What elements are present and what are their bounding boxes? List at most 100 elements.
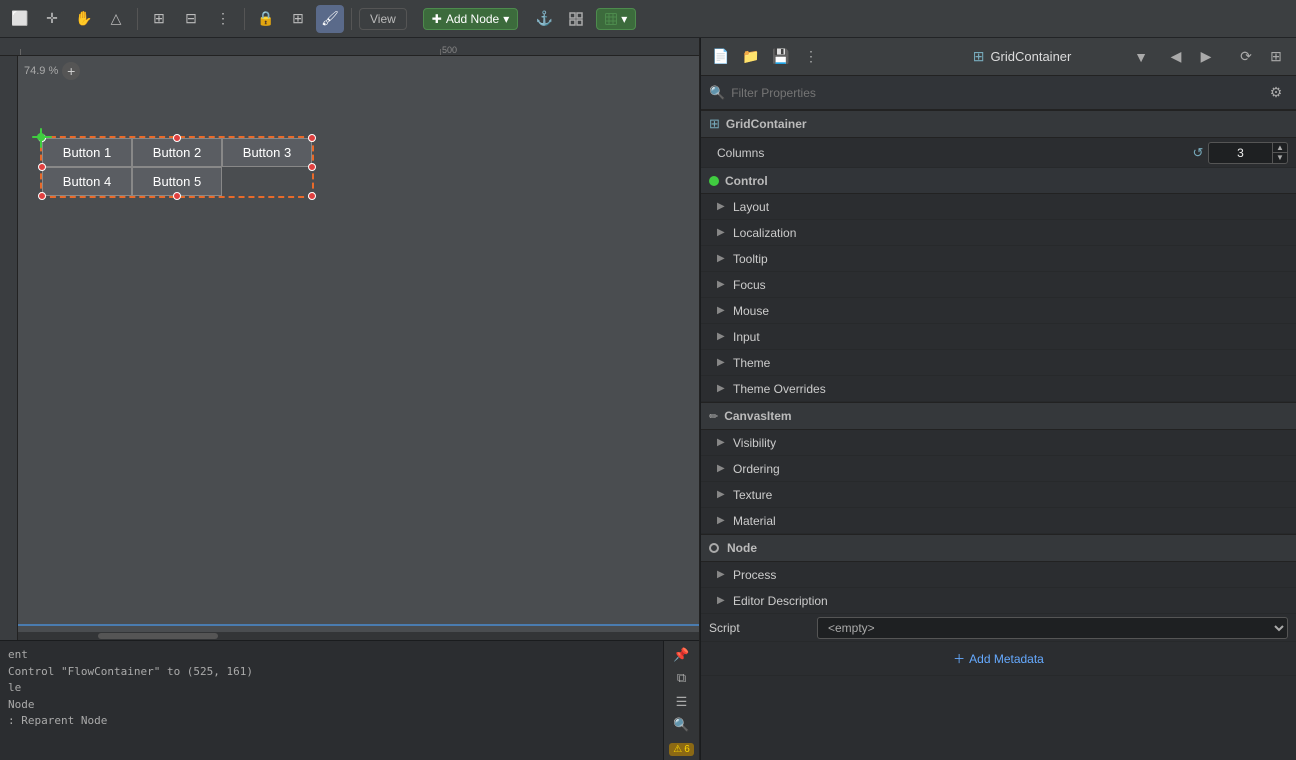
rp-more-button[interactable]: ⋮ (799, 45, 823, 69)
section-pencil-icon: ✏ (709, 410, 718, 423)
grid-button-4[interactable]: Button 4 (42, 167, 132, 196)
control-section-header: Control (701, 168, 1296, 194)
log-list-button[interactable]: ☰ (669, 692, 695, 712)
prop-ordering-label: Ordering (733, 462, 1288, 476)
prop-mouse[interactable]: ▶ Mouse (701, 298, 1296, 324)
grid-container-widget[interactable]: Button 1 Button 2 Button 3 Button 4 Butt… (40, 136, 314, 198)
zoom-bar: 74.9 % + (24, 62, 80, 80)
filter-input[interactable] (731, 86, 1258, 100)
warning-icon: ⚠ (673, 744, 682, 755)
rp-file-button[interactable]: 📄 (709, 45, 733, 69)
rp-back-button[interactable]: ◀ (1164, 45, 1188, 69)
warning-badge[interactable]: ⚠ 6 (669, 743, 694, 756)
grid-button-2[interactable]: Button 2 (132, 138, 222, 167)
prop-theme-overrides[interactable]: ▶ Theme Overrides (701, 376, 1296, 402)
prop-texture-label: Texture (733, 488, 1288, 502)
toolbar-btn-grid[interactable]: ⊟ (177, 5, 205, 33)
toolbar-btn-lock[interactable]: 🔒 (252, 5, 280, 33)
log-search-button[interactable]: 🔍 (669, 716, 695, 736)
rp-history-button[interactable]: ⟳ (1234, 45, 1258, 69)
prop-localization-chevron: ▶ (717, 227, 729, 238)
handle-middle-right[interactable] (308, 163, 316, 171)
section-grid-title: GridContainer (726, 117, 807, 131)
log-pin-button[interactable]: 📌 (669, 645, 695, 665)
prop-theme-overrides-label: Theme Overrides (733, 382, 1288, 396)
rp-layout-button[interactable]: ⊞ (1264, 45, 1288, 69)
rp-title: GridContainer (990, 49, 1128, 64)
right-panel: 📄 📁 💾 ⋮ ⊞ GridContainer ▼ ◀ ▶ ⟳ ⊞ 🔍 ⚙ ⊞ (700, 38, 1296, 760)
columns-reset-button[interactable]: ↺ (1188, 143, 1208, 163)
prop-localization[interactable]: ▶ Localization (701, 220, 1296, 246)
toolbar-btn-select[interactable]: ⬜ (6, 5, 34, 33)
origin-handle[interactable] (32, 128, 52, 148)
log-copy-button[interactable]: ⧉ (669, 669, 695, 689)
log-line-5: : Reparent Node (8, 713, 655, 730)
handle-top-middle[interactable] (173, 134, 181, 142)
prop-theme-label: Theme (733, 356, 1288, 370)
log-line-2: Control "FlowContainer" to (525, 161) (8, 664, 655, 681)
prop-editor-description[interactable]: ▶ Editor Description (701, 588, 1296, 614)
script-select[interactable]: <empty> (817, 617, 1288, 639)
filter-settings-button[interactable]: ⚙ (1264, 81, 1288, 105)
rp-folder-button[interactable]: 📁 (739, 45, 763, 69)
section-grid-container: ⊞ GridContainer (701, 110, 1296, 138)
toolbar-btn-anchor[interactable]: ⊞ (145, 5, 173, 33)
prop-focus[interactable]: ▶ Focus (701, 272, 1296, 298)
section-canvasitem-title: CanvasItem (724, 409, 791, 423)
prop-theme-chevron: ▶ (717, 357, 729, 368)
prop-tooltip[interactable]: ▶ Tooltip (701, 246, 1296, 272)
toolbar-btn-paint[interactable]: 🖌 (316, 5, 344, 33)
prop-texture[interactable]: ▶ Texture (701, 482, 1296, 508)
prop-input-label: Input (733, 330, 1288, 344)
prop-theme[interactable]: ▶ Theme (701, 350, 1296, 376)
grid-layout-button[interactable]: ▾ (596, 8, 636, 30)
main-area: 500 74.9 % + (0, 38, 1296, 760)
columns-spin-up[interactable]: ▲ (1273, 143, 1287, 153)
prop-layout[interactable]: ▶ Layout (701, 194, 1296, 220)
ruler-vertical (0, 56, 18, 640)
section-node: Node (701, 534, 1296, 562)
grid-button-3[interactable]: Button 3 (222, 138, 312, 167)
handle-bottom-middle[interactable] (173, 192, 181, 200)
prop-material[interactable]: ▶ Material (701, 508, 1296, 534)
chevron-down-icon: ▾ (503, 12, 509, 26)
prop-input[interactable]: ▶ Input (701, 324, 1296, 350)
handle-top-right[interactable] (308, 134, 316, 142)
prop-ordering[interactable]: ▶ Ordering (701, 456, 1296, 482)
columns-spin-down[interactable]: ▼ (1273, 153, 1287, 163)
toolbar-sep-2 (244, 8, 245, 30)
rp-save-button[interactable]: 💾 (769, 45, 793, 69)
rp-forward-button[interactable]: ▶ (1194, 45, 1218, 69)
canvas-separator (18, 624, 699, 626)
grid-button-1[interactable]: Button 1 (42, 138, 132, 167)
toolbar-btn-more[interactable]: ⋮ (209, 5, 237, 33)
toolbar-btn-move[interactable]: ✛ (38, 5, 66, 33)
canvas-panel: 500 74.9 % + (0, 38, 700, 760)
zoom-add-button[interactable]: + (62, 62, 80, 80)
script-label: Script (709, 621, 809, 635)
prop-tooltip-label: Tooltip (733, 252, 1288, 266)
add-node-button[interactable]: ✚ Add Node ▾ (423, 8, 518, 30)
columns-value: 3 (1209, 146, 1272, 160)
toolbar-btn-ruler[interactable]: △ (102, 5, 130, 33)
toolbar-btn-grid2[interactable] (562, 5, 590, 33)
view-button[interactable]: View (359, 8, 407, 30)
prop-editor-description-chevron: ▶ (717, 595, 729, 606)
handle-middle-left[interactable] (38, 163, 46, 171)
prop-focus-chevron: ▶ (717, 279, 729, 290)
prop-process[interactable]: ▶ Process (701, 562, 1296, 588)
add-metadata-button[interactable]: ＋ Add Metadata (953, 650, 1044, 667)
handle-bottom-left[interactable] (38, 192, 46, 200)
columns-label: Columns (709, 146, 1188, 160)
ruler-tick-500: 500 (440, 45, 490, 55)
handle-bottom-right[interactable] (308, 192, 316, 200)
toolbar-btn-hand[interactable]: ✋ (70, 5, 98, 33)
prop-visibility[interactable]: ▶ Visibility (701, 430, 1296, 456)
toolbar-btn-anchor2[interactable]: ⚓ (530, 5, 558, 33)
canvas-content[interactable]: 74.9 % + Button 1 Button 2 Button 3 (0, 56, 699, 640)
prop-focus-label: Focus (733, 278, 1288, 292)
canvas-scrollbar-h[interactable] (18, 632, 699, 640)
toolbar-btn-snap[interactable]: ⊞ (284, 5, 312, 33)
add-metadata-row: ＋ Add Metadata (701, 642, 1296, 676)
rp-expand-icon[interactable]: ▼ (1134, 49, 1148, 65)
